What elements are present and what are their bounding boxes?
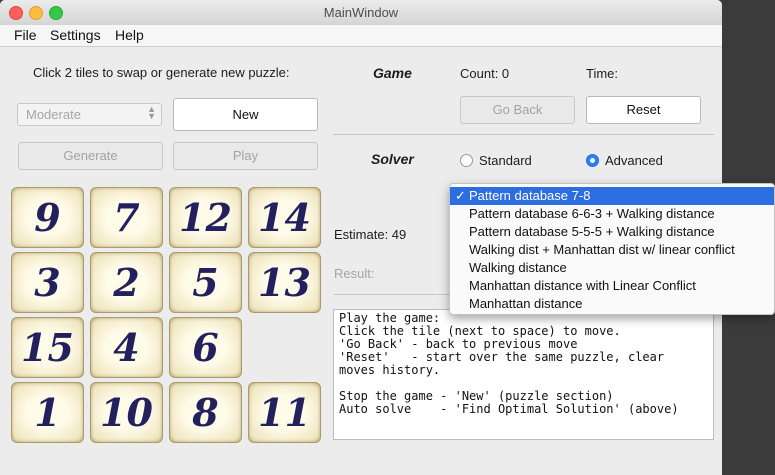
generate-button[interactable]: Generate <box>18 142 163 170</box>
solver-heading: Solver <box>371 151 414 167</box>
dropdown-option[interactable]: Manhattan distance with Linear Conflict <box>450 277 774 295</box>
empty-tile[interactable] <box>248 317 321 378</box>
tile[interactable]: 3 <box>11 252 84 313</box>
help-line: moves history. <box>339 363 441 377</box>
dropdown-option-selected[interactable]: ✓ Pattern database 7-8 <box>450 187 774 205</box>
tile[interactable]: 15 <box>11 317 84 378</box>
estimate-label: Estimate: 49 <box>334 227 407 242</box>
window-title: MainWindow <box>323 5 399 20</box>
dropdown-option[interactable]: Pattern database 5-5-5 + Walking distanc… <box>450 223 774 241</box>
help-text-area[interactable]: Play the game: Click the tile (next to s… <box>333 309 714 440</box>
move-count: Count: 0 <box>460 66 510 81</box>
menu-settings[interactable]: Settings <box>50 27 101 43</box>
tile[interactable]: 13 <box>248 252 321 313</box>
menu-bar: File Settings Help <box>0 25 722 47</box>
time-label: Time: <box>586 66 619 81</box>
dropdown-option[interactable]: Manhattan distance <box>450 295 774 313</box>
standard-radio[interactable] <box>460 154 473 167</box>
reset-button[interactable]: Reset <box>586 96 701 124</box>
tile[interactable]: 7 <box>90 187 163 248</box>
tile[interactable]: 12 <box>169 187 242 248</box>
tile[interactable]: 9 <box>11 187 84 248</box>
tile[interactable]: 14 <box>248 187 321 248</box>
play-button[interactable]: Play <box>173 142 318 170</box>
tile[interactable]: 5 <box>169 252 242 313</box>
dropdown-option[interactable]: Pattern database 6-6-3 + Walking distanc… <box>450 205 774 223</box>
tile[interactable]: 11 <box>248 382 321 443</box>
tile[interactable]: 10 <box>90 382 163 443</box>
tile[interactable]: 2 <box>90 252 163 313</box>
menu-help[interactable]: Help <box>115 27 144 43</box>
puzzle-instruction: Click 2 tiles to swap or generate new pu… <box>33 65 290 80</box>
dropdown-option[interactable]: Walking dist + Manhattan dist w/ linear … <box>450 241 774 259</box>
result-label: Result: <box>334 266 375 281</box>
tile[interactable]: 6 <box>169 317 242 378</box>
section-divider <box>333 134 714 135</box>
tile[interactable]: 4 <box>90 317 163 378</box>
menu-file[interactable]: File <box>14 27 37 43</box>
help-line: Auto solve - 'Find Optimal Solution' (ab… <box>339 402 679 416</box>
solver-algorithm-dropdown[interactable]: ✓ Pattern database 7-8 Pattern database … <box>449 183 775 315</box>
advanced-radio[interactable] <box>586 154 599 167</box>
standard-radio-label[interactable]: Standard <box>479 153 532 168</box>
new-button[interactable]: New <box>173 98 318 131</box>
advanced-radio-label[interactable]: Advanced <box>605 153 663 168</box>
title-bar[interactable]: MainWindow <box>0 0 722 26</box>
difficulty-select[interactable]: Moderate ▲ ▼ <box>17 103 162 126</box>
puzzle-board: 9 7 12 14 3 2 5 13 15 4 6 1 10 8 11 <box>11 187 324 443</box>
tile[interactable]: 1 <box>11 382 84 443</box>
difficulty-value: Moderate <box>26 107 81 122</box>
game-heading: Game <box>373 65 412 81</box>
tile[interactable]: 8 <box>169 382 242 443</box>
checkmark-icon: ✓ <box>455 188 466 203</box>
go-back-button[interactable]: Go Back <box>460 96 575 124</box>
dropdown-option[interactable]: Walking distance <box>450 259 774 277</box>
chevron-up-down-icon: ▲ ▼ <box>147 104 156 121</box>
